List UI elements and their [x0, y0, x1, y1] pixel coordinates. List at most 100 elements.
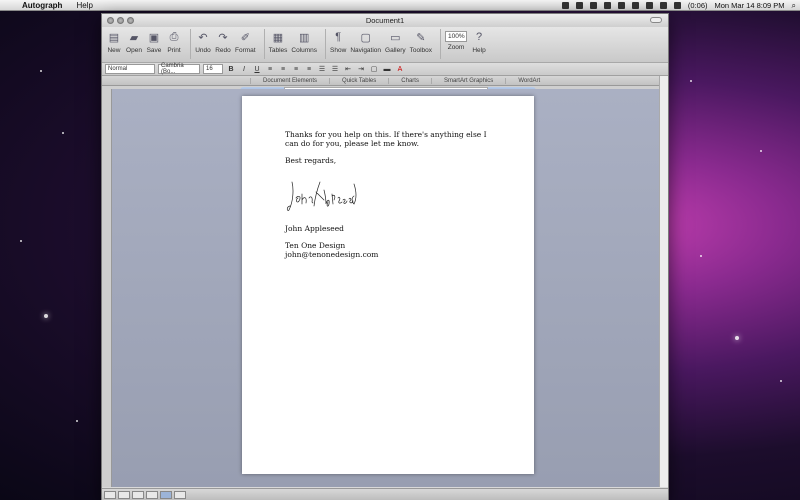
align-center-icon[interactable]: ≡: [278, 64, 288, 74]
borders-icon[interactable]: ▢: [369, 64, 379, 74]
underline-button[interactable]: U: [252, 64, 262, 74]
vertical-ruler[interactable]: [102, 89, 112, 487]
zoom-field[interactable]: 100%: [445, 31, 468, 42]
columns-button[interactable]: ▥ Columns: [291, 29, 318, 55]
undo-button[interactable]: ↶ Undo: [195, 29, 211, 55]
tab-quick-tables[interactable]: Quick Tables: [329, 77, 388, 84]
undo-label: Undo: [195, 47, 211, 54]
font-size-select[interactable]: 16: [203, 64, 223, 74]
toolbox-label: Toolbox: [409, 47, 433, 54]
signature-block[interactable]: John Appleseed Ten One Design john@tenon…: [285, 224, 500, 259]
navigation-label: Navigation: [350, 47, 382, 54]
volume-icon[interactable]: [659, 2, 667, 9]
elements-ribbon: Document Elements Quick Tables Charts Sm…: [102, 76, 668, 86]
document-canvas[interactable]: Thanks for you help on this. If there's …: [112, 89, 659, 487]
save-icon: ▣: [148, 31, 160, 44]
highlight-icon[interactable]: ▬: [382, 64, 392, 74]
notebook-view-button[interactable]: [146, 490, 158, 499]
clock[interactable]: Mon Mar 14 8:09 PM: [714, 1, 784, 10]
tables-icon: ▦: [272, 31, 284, 44]
toolbar-separator: [325, 29, 327, 59]
n-icon[interactable]: [575, 2, 583, 9]
tab-document-elements[interactable]: Document Elements: [250, 77, 329, 84]
fullscreen-view-button[interactable]: [174, 490, 186, 499]
star: [700, 255, 702, 257]
outdent-icon[interactable]: ⇤: [343, 64, 353, 74]
document-page[interactable]: Thanks for you help on this. If there's …: [242, 96, 534, 474]
window-title: Document1: [365, 16, 405, 25]
gallery-icon: ▭: [390, 31, 401, 44]
toolbar-toggle-button[interactable]: [650, 17, 662, 23]
font-select[interactable]: Cambria (Bo...: [158, 63, 200, 75]
font-color-icon[interactable]: A: [395, 64, 405, 74]
redo-button[interactable]: ↷ Redo: [215, 29, 231, 55]
save-button[interactable]: ▣ Save: [146, 29, 162, 55]
signer-company[interactable]: Ten One Design: [285, 241, 345, 250]
open-label: Open: [126, 47, 142, 54]
style-select[interactable]: Normal: [105, 64, 155, 74]
star: [690, 80, 692, 82]
show-button[interactable]: ¶ Show: [330, 29, 346, 54]
columns-label: Columns: [291, 47, 318, 54]
align-right-icon[interactable]: ≡: [291, 64, 301, 74]
justify-icon[interactable]: ≡: [304, 64, 314, 74]
navigation-button[interactable]: ▢ Navigation: [350, 29, 382, 55]
outline-view-button[interactable]: [118, 490, 130, 499]
open-icon: ▰: [129, 31, 139, 44]
gallery-button[interactable]: ▭ Gallery: [385, 29, 406, 55]
tables-button[interactable]: ▦ Tables: [268, 29, 288, 55]
draft-view-button[interactable]: [104, 490, 116, 499]
dropbox-icon[interactable]: [561, 2, 569, 9]
toolbar-separator: [190, 29, 191, 59]
paragraph[interactable]: Thanks for you help on this. If there's …: [285, 130, 500, 148]
time-machine-icon[interactable]: [617, 2, 625, 9]
spotlight-icon[interactable]: ⌕: [792, 1, 796, 11]
format-button[interactable]: ✐ Format: [235, 29, 256, 55]
help-menu[interactable]: Help: [76, 1, 92, 10]
signer-name[interactable]: John Appleseed: [285, 224, 500, 233]
print-button[interactable]: ⎙ Print: [166, 29, 182, 55]
columns-icon: ▥: [299, 31, 310, 44]
title-bar[interactable]: Document1: [102, 14, 668, 27]
document-body[interactable]: Thanks for you help on this. If there's …: [285, 130, 500, 173]
toolbar-separator: [263, 29, 265, 59]
align-left-icon[interactable]: ≡: [265, 64, 275, 74]
toolbar: ▤ New ▰ Open ▣ Save ⎙ Print ↶ Undo ↷ Redo ✐ For…: [102, 27, 668, 63]
app-menu[interactable]: Autograph: [22, 1, 62, 10]
status-bar: [102, 488, 668, 500]
battery-icon[interactable]: [673, 2, 681, 9]
bold-button[interactable]: B: [226, 64, 236, 74]
bullets-icon[interactable]: ☰: [317, 64, 327, 74]
italic-button[interactable]: I: [239, 64, 249, 74]
numbering-icon[interactable]: ☰: [330, 64, 340, 74]
flag-icon[interactable]: [603, 2, 611, 9]
status-area: (0:06) Mon Mar 14 8:09 PM ⌕: [561, 0, 796, 11]
tab-charts[interactable]: Charts: [388, 77, 431, 84]
bluetooth-icon[interactable]: [631, 2, 639, 9]
wifi-icon[interactable]: [645, 2, 653, 9]
star: [735, 336, 739, 340]
indent-icon[interactable]: ⇥: [356, 64, 366, 74]
star: [20, 240, 22, 242]
tab-smartart-graphics[interactable]: SmartArt Graphics: [430, 77, 505, 84]
paragraph[interactable]: Best regards,: [285, 156, 500, 165]
star: [40, 70, 42, 72]
star: [44, 314, 48, 318]
tab-wordart[interactable]: WordArt: [505, 77, 552, 84]
gear-icon[interactable]: [589, 2, 597, 9]
help-button[interactable]: ? Help: [471, 29, 487, 54]
print-layout-view-button[interactable]: [160, 490, 172, 499]
signature-image[interactable]: [286, 176, 358, 216]
publishing-view-button[interactable]: [132, 490, 144, 499]
toolbox-button[interactable]: ✎ Toolbox: [409, 29, 433, 55]
vertical-scrollbar[interactable]: [659, 76, 668, 487]
signer-email[interactable]: john@tenonedesign.com: [285, 250, 378, 259]
tables-label: Tables: [268, 47, 288, 54]
zoom-control[interactable]: 100% Zoom: [445, 29, 468, 51]
new-button[interactable]: ▤ New: [106, 29, 122, 55]
new-doc-icon: ▤: [108, 31, 120, 44]
star: [780, 380, 782, 382]
signer-company-and-email[interactable]: Ten One Design john@tenonedesign.com: [285, 241, 500, 259]
open-button[interactable]: ▰ Open: [126, 29, 142, 55]
toolbar-separator: [440, 29, 442, 59]
